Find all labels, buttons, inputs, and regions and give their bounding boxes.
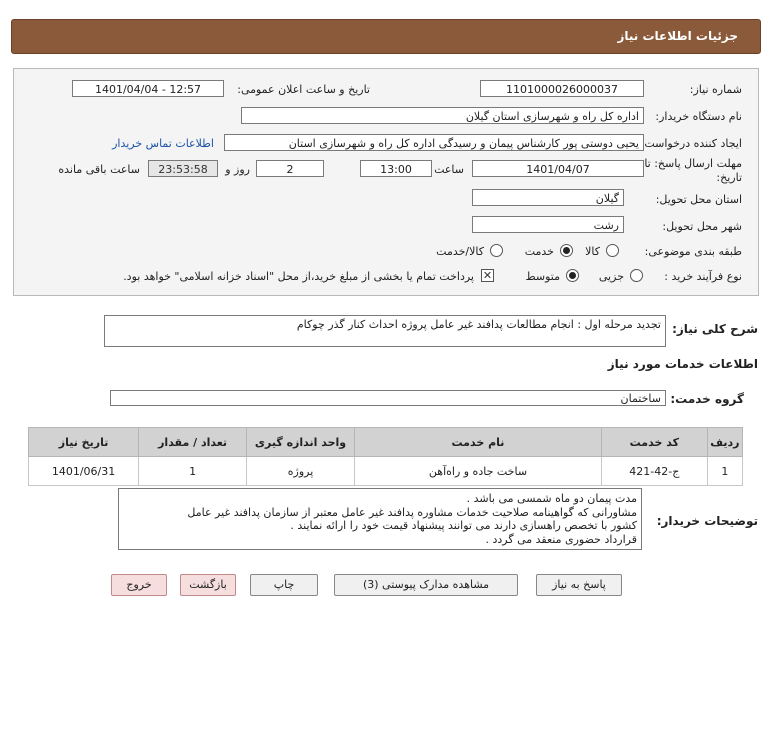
buyer-contact-link[interactable]: اطلاعات تماس خریدار (112, 137, 214, 150)
remaining-time-label: ساعت باقی مانده (58, 163, 140, 176)
cell-need-date: 1401/06/31 (27, 456, 140, 486)
table-row: 1 ج-42-421 ساخت جاده و راه‌آهن پروژه 1 1… (27, 456, 744, 486)
back-button[interactable]: بازگشت (180, 574, 236, 596)
print-button[interactable]: چاپ (250, 574, 318, 596)
services-table-header: ردیف کد خدمت نام خدمت واحد اندازه گیری ت… (27, 427, 744, 457)
col-service-code: کد خدمت (600, 427, 708, 457)
service-group-field: ساختمان (110, 390, 666, 406)
cell-service-name: ساخت جاده و راه‌آهن (354, 456, 602, 486)
buyer-note-line: کشور با تخصص راهسازی دارند می توانند پیش… (290, 519, 637, 532)
services-table: ردیف کد خدمت نام خدمت واحد اندازه گیری ت… (27, 427, 744, 486)
city-field: رشت (472, 216, 624, 233)
exit-button[interactable]: خروج (111, 574, 167, 596)
category-radio-goods[interactable] (606, 244, 619, 257)
category-radio-goods-service[interactable] (490, 244, 503, 257)
creator-label: ایجاد کننده درخواست: (640, 137, 742, 150)
province-label: استان محل تحویل: (655, 193, 742, 206)
buyer-org-label: نام دستگاه خریدار: (655, 110, 742, 123)
col-quantity: تعداد / مقدار (138, 427, 248, 457)
category-radio-service[interactable] (560, 244, 573, 257)
col-unit: واحد اندازه گیری (246, 427, 356, 457)
category-option-goods-service: کالا/خدمت (436, 245, 484, 258)
need-number-field: 1101000026000037 (480, 80, 644, 97)
deadline-label: مهلت ارسال پاسخ: تا تاریخ: (644, 157, 742, 184)
cell-row: 1 (706, 456, 744, 486)
buyer-note-line: مشاورانی که گواهینامه صلاحیت خدمات مشاور… (187, 505, 637, 519)
treasury-payment-checkbox[interactable]: ✕ (481, 269, 494, 282)
reply-button[interactable]: پاسخ به نیاز (536, 574, 622, 596)
treasury-payment-note: پرداخت تمام یا بخشی از مبلغ خرید،از محل … (123, 270, 474, 283)
process-option-medium: متوسط (525, 270, 560, 283)
process-label: نوع فرآیند خرید : (664, 270, 742, 283)
process-radio-minor[interactable] (630, 269, 643, 282)
remaining-time-field: 23:53:58 (148, 160, 218, 177)
province-field: گیلان (472, 189, 624, 206)
need-number-label: شماره نیاز: (689, 83, 742, 96)
process-radio-medium[interactable] (566, 269, 579, 282)
page-header: جزئیات اطلاعات نیاز (11, 19, 761, 54)
announce-date-label: تاریخ و ساعت اعلان عمومی: (237, 83, 370, 96)
deadline-date-field: 1401/04/07 (472, 160, 644, 177)
buyer-notes-label: توضیحات خریدار: (656, 514, 758, 528)
attachments-button[interactable]: مشاهده مدارک پیوستی (3) (334, 574, 518, 596)
summary-label: شرح کلی نیاز: (672, 322, 758, 336)
process-option-minor: جزیی (598, 270, 624, 283)
days-remaining-field: 2 (256, 160, 324, 177)
announce-date-field: 1401/04/04 - 12:57 (72, 80, 224, 97)
summary-field: تجدید مرحله اول : انجام مطالعات پدافند غ… (104, 315, 666, 347)
category-option-goods: کالا (585, 245, 600, 258)
buyer-org-field: اداره کل راه و شهرسازی استان گیلان (241, 107, 644, 124)
days-label: روز و (225, 163, 250, 176)
col-row: ردیف (706, 427, 744, 457)
category-label: طبقه بندی موضوعی: (644, 245, 742, 258)
col-need-date: تاریخ نیاز (27, 427, 140, 457)
page-title: جزئیات اطلاعات نیاز (617, 29, 738, 43)
services-section-title: اطلاعات خدمات مورد نیاز (607, 357, 758, 371)
buyer-note-line: مدت پیمان دو ماه شمسی می باشد . (466, 492, 637, 505)
service-group-label: گروه خدمت: (670, 392, 744, 406)
cell-quantity: 1 (138, 456, 248, 486)
col-service-name: نام خدمت (354, 427, 602, 457)
cell-service-code: ج-42-421 (600, 456, 708, 486)
city-label: شهر محل تحویل: (662, 220, 742, 233)
deadline-time-label: ساعت (434, 163, 464, 176)
category-option-service: خدمت (524, 245, 554, 258)
cell-unit: پروژه (246, 456, 356, 486)
buyer-notes-field: مدت پیمان دو ماه شمسی می باشد . مشاورانی… (118, 488, 642, 550)
deadline-time-field: 13:00 (360, 160, 432, 177)
buyer-note-line: قرارداد حضوری منعقد می گردد . (485, 532, 638, 546)
creator-field: یحیی دوستی پور کارشناس پیمان و رسیدگی اد… (224, 134, 644, 151)
